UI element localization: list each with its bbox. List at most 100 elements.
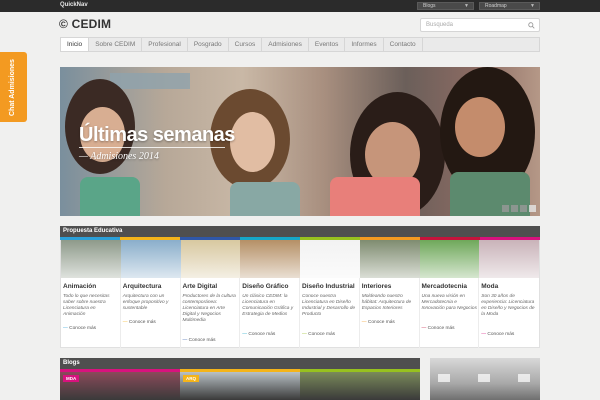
conoce-mas-link[interactable]: — Conoce más (422, 326, 455, 331)
propuesta-heading: Propuesta Educativa (63, 228, 123, 234)
conoce-mas-label: Conoce más (248, 332, 276, 337)
program-card[interactable]: Diseño Industrial Conoce nuestra Licencia… (300, 240, 360, 348)
hero-photo-shape (455, 97, 505, 157)
program-card[interactable]: Interiores Moldeando nuestro hábitat: Arq… (359, 240, 420, 348)
chat-admisiones-label: Chat Admisiones (9, 59, 16, 116)
program-description: Un clásico CEDIM: la Licenciatura en Com… (242, 294, 294, 317)
blog-item[interactable] (300, 369, 420, 400)
slider-dot[interactable] (520, 205, 527, 212)
program-card[interactable]: Diseño Gráfico Un clásico CEDIM: la Licen… (240, 240, 301, 348)
conoce-mas-label: Conoce más (188, 338, 216, 343)
conoce-mas-label: Conoce más (427, 326, 455, 331)
program-description: Productores de la cultura contemporánea:… (182, 294, 236, 323)
chevron-down-icon: ▼ (530, 3, 535, 9)
conoce-mas-link[interactable]: — Conoce más (63, 326, 96, 331)
program-card[interactable]: Animación Todo lo que necesitas saber sob… (61, 240, 121, 348)
conoce-mas-link[interactable]: — Conoce más (183, 338, 216, 343)
conoce-mas-label: Conoce más (487, 332, 515, 337)
search-placeholder: Busqueda (426, 22, 454, 28)
program-title[interactable]: Moda (481, 283, 498, 290)
main-nav: Inicio Sobre CEDIM Profesional Posgrado Curs… (60, 37, 540, 52)
conoce-mas-link[interactable]: — Conoce más (123, 320, 156, 325)
blogs-dropdown[interactable]: Blogs ▼ (417, 2, 474, 10)
conoce-mas-link[interactable]: — Conoce más (242, 332, 275, 337)
nav-tab[interactable]: Posgrado (188, 38, 229, 51)
hero-photo-shape (230, 112, 275, 172)
program-cards: Animación Todo lo que necesitas saber sob… (60, 240, 540, 348)
search-input[interactable]: Busqueda (420, 18, 540, 32)
program-thumbnail[interactable] (419, 240, 480, 278)
hero-photo-shape (230, 182, 300, 216)
blog-tag: ARQ (183, 375, 199, 382)
blog-item[interactable]: ARQ (180, 369, 300, 400)
program-card[interactable]: Mercadotecnia Una nueva visión en Mercado… (419, 240, 480, 348)
program-thumbnail[interactable] (479, 240, 540, 278)
slider-dot[interactable] (502, 205, 509, 212)
program-description: Arquitectura con un enfoque propositivo … (122, 294, 169, 311)
program-title[interactable]: Diseño Industrial (302, 283, 355, 290)
blog-tag: MDA (63, 375, 80, 382)
blog-strip: MDA ARQ (60, 369, 420, 400)
program-description: Son 30 años de experiencia: Licenciatura… (481, 294, 535, 317)
nav-tab[interactable]: Informes (345, 38, 384, 51)
program-title[interactable]: Mercadotecnia (422, 283, 468, 290)
program-description: Conoce nuestra Licenciatura en Diseño In… (302, 294, 356, 317)
program-thumbnail[interactable] (240, 240, 301, 278)
hero-background-sign (110, 73, 190, 89)
program-description: Todo lo que necesitas saber sobre nuestr… (63, 294, 110, 317)
conoce-mas-link[interactable]: — Conoce más (302, 332, 335, 337)
conoce-mas-label: Conoce más (308, 332, 336, 337)
program-thumbnail[interactable] (61, 240, 121, 278)
program-card[interactable]: Arquitectura Arquitectura con un enfoque … (120, 240, 181, 348)
slider-dots (502, 205, 536, 212)
roadmap-dropdown-label: Roadmap (485, 3, 507, 9)
quicknav-bar: QuickNav Blogs ▼ Roadmap ▼ (0, 0, 600, 12)
hero-photo-shape (80, 177, 140, 216)
nav-tab[interactable]: Eventos (309, 38, 346, 51)
search-icon[interactable] (528, 22, 535, 29)
program-title[interactable]: Diseño Gráfico (242, 283, 288, 290)
conoce-mas-label: Conoce más (128, 320, 156, 325)
nav-tab[interactable]: Cursos (229, 38, 263, 51)
hero-subtitle: — Admisiones 2014 (79, 151, 159, 162)
blog-item[interactable]: MDA (60, 369, 180, 400)
photo-light (478, 374, 490, 382)
nav-tab[interactable]: Sobre CEDIM (89, 38, 143, 51)
program-thumbnail[interactable] (300, 240, 360, 278)
program-thumbnail[interactable] (180, 240, 241, 278)
propuesta-heading-bar: Propuesta Educativa (60, 226, 540, 237)
program-thumbnail[interactable] (359, 240, 420, 278)
nav-tab[interactable]: Admisiones (262, 38, 309, 51)
conoce-mas-link[interactable]: — Conoce más (362, 320, 395, 325)
hero-divider (79, 147, 225, 148)
roadmap-dropdown[interactable]: Roadmap ▼ (479, 2, 540, 10)
quicknav-label: QuickNav (60, 2, 88, 8)
conoce-mas-link[interactable]: — Conoce más (481, 332, 514, 337)
program-description: Una nueva visión en Mercadotecnia e Inno… (421, 294, 477, 311)
nav-tab[interactable]: Contacto (384, 38, 423, 51)
program-card[interactable]: Moda Son 30 años de experiencia: Licencia… (479, 240, 540, 348)
nav-tab[interactable]: Profesional (142, 38, 188, 51)
blogs-dropdown-label: Blogs (423, 3, 436, 9)
program-thumbnail[interactable] (120, 240, 181, 278)
program-description: Moldeando nuestro hábitat: Arquitectura … (361, 294, 412, 311)
cedim-logo[interactable]: © CEDIM (59, 17, 111, 31)
nav-tab[interactable]: Inicio (61, 38, 90, 51)
program-title[interactable]: Arte Digital (183, 283, 218, 290)
chevron-down-icon: ▼ (464, 3, 469, 9)
blogs-heading: Blogs (63, 360, 80, 366)
blogs-heading-bar: Blogs (60, 358, 420, 369)
program-title[interactable]: Animación (63, 283, 96, 290)
conoce-mas-label: Conoce más (69, 326, 97, 331)
conoce-mas-label: Conoce más (367, 320, 395, 325)
program-card[interactable]: Arte Digital Productores de la cultura co… (180, 240, 241, 348)
photo-light (438, 374, 450, 382)
hero-photo-shape (330, 177, 420, 216)
slider-dot[interactable] (511, 205, 518, 212)
photo-light (518, 374, 530, 382)
program-title[interactable]: Arquitectura (123, 283, 162, 290)
chat-admisiones-tab[interactable]: Chat Admisiones (0, 52, 27, 122)
side-photo[interactable] (430, 358, 540, 400)
program-title[interactable]: Interiores (362, 283, 392, 290)
slider-dot-active[interactable] (529, 205, 536, 212)
